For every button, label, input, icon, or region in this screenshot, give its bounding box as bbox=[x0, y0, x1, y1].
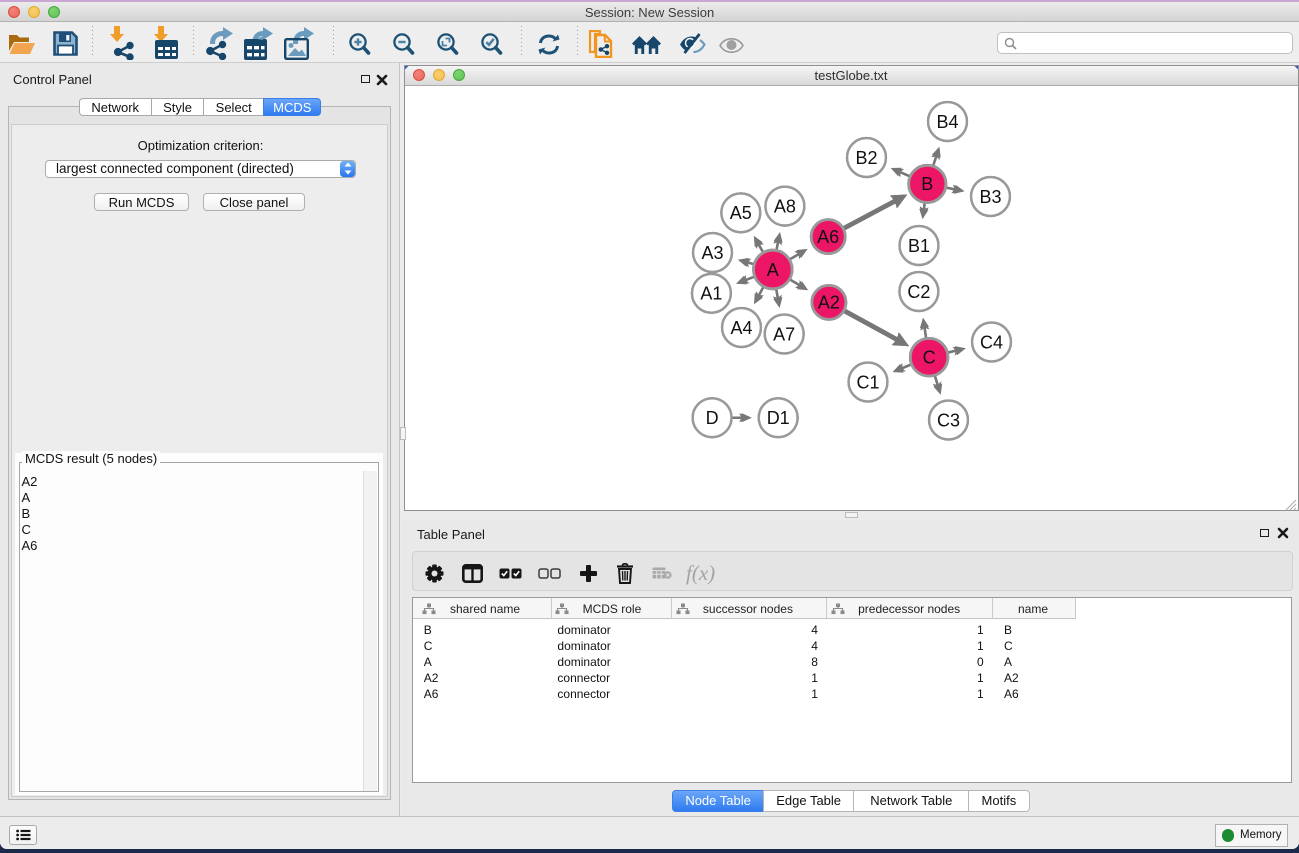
svg-text:B1: B1 bbox=[907, 235, 929, 255]
svg-text:A: A bbox=[766, 259, 778, 279]
svg-text:A8: A8 bbox=[773, 196, 795, 216]
svg-text:A5: A5 bbox=[729, 203, 751, 223]
svg-text:A6: A6 bbox=[817, 226, 839, 246]
svg-text:A1: A1 bbox=[700, 283, 722, 303]
svg-text:C3: C3 bbox=[936, 410, 959, 430]
svg-text:D1: D1 bbox=[766, 408, 789, 428]
svg-text:C: C bbox=[922, 347, 935, 367]
svg-text:A3: A3 bbox=[701, 242, 723, 262]
svg-text:B: B bbox=[921, 174, 933, 194]
svg-text:A7: A7 bbox=[773, 324, 795, 344]
svg-text:C4: C4 bbox=[979, 332, 1002, 352]
svg-text:D: D bbox=[705, 408, 718, 428]
svg-text:C1: C1 bbox=[856, 372, 879, 392]
svg-text:B2: B2 bbox=[855, 147, 877, 167]
svg-text:B4: B4 bbox=[936, 111, 958, 131]
svg-text:C2: C2 bbox=[907, 281, 930, 301]
svg-text:B3: B3 bbox=[979, 186, 1001, 206]
svg-text:A4: A4 bbox=[730, 317, 752, 337]
svg-text:A2: A2 bbox=[817, 292, 839, 312]
